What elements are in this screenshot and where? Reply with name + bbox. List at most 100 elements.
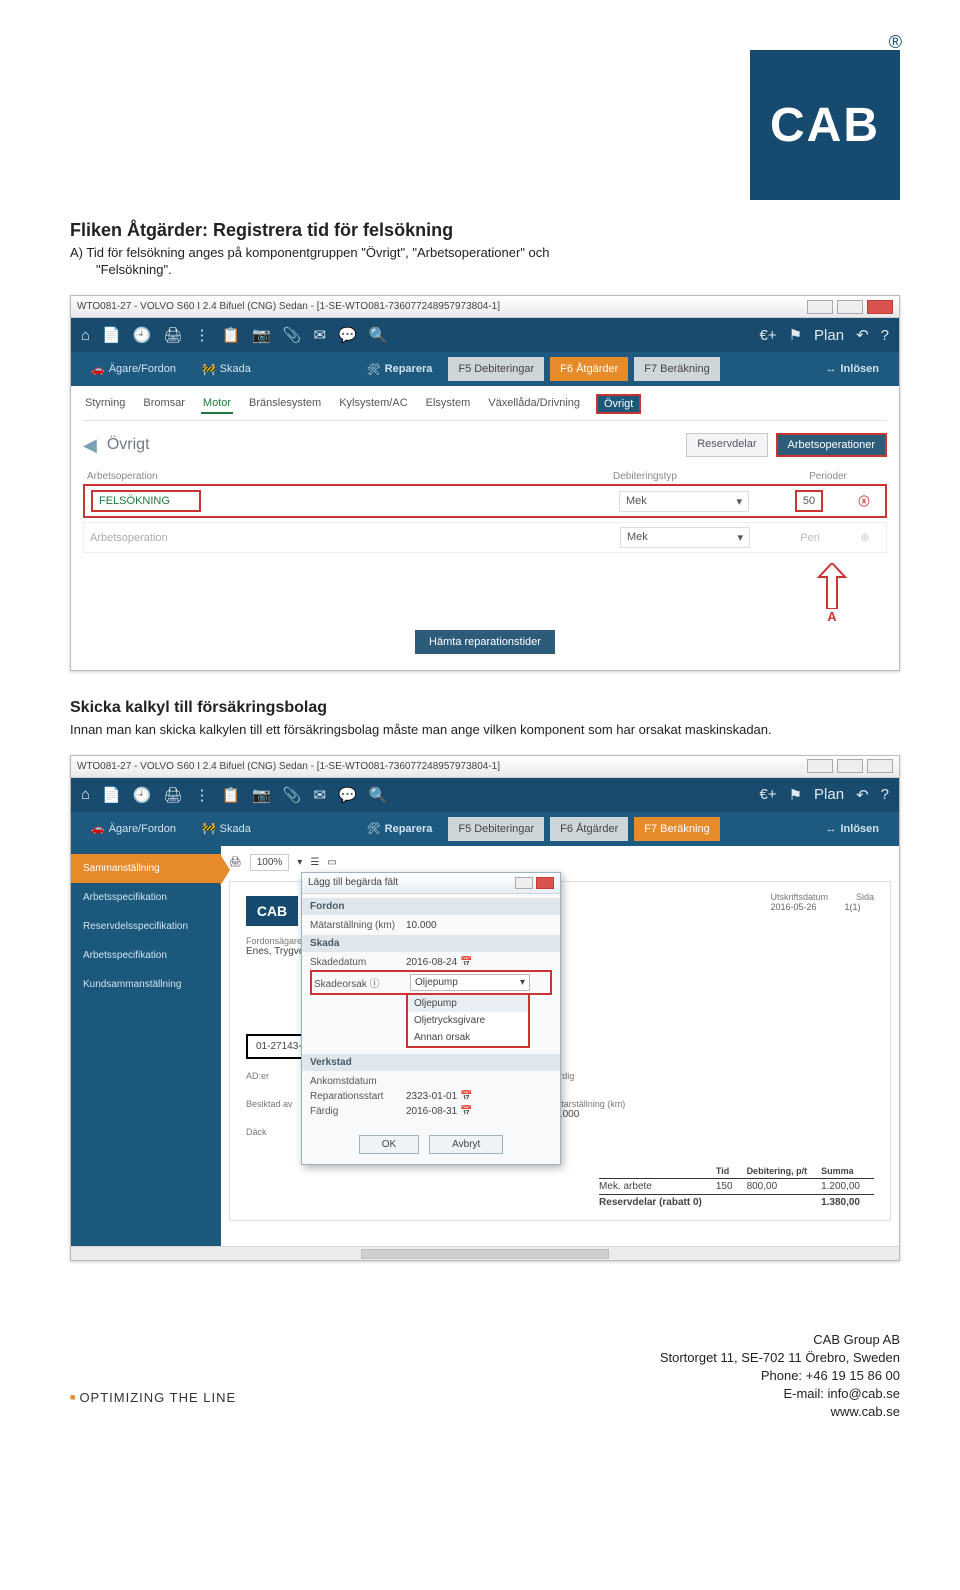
home-icon[interactable]: ⌂ <box>81 786 90 803</box>
print-icon[interactable]: 🖨 <box>163 326 182 344</box>
calendar-icon[interactable]: 📅 <box>460 957 472 968</box>
camera-icon[interactable]: 📷 <box>252 786 271 804</box>
zoom-dropdown-icon[interactable]: ▾ <box>297 857 302 868</box>
tab-owner[interactable]: 🚗 Ägare/Fordon <box>81 816 186 841</box>
note-icon[interactable]: 📋 <box>221 786 240 804</box>
maximize-button[interactable] <box>837 759 863 773</box>
tab-inlosen[interactable]: ↔ Inlösen <box>816 817 890 841</box>
chip-arbetsoperationer[interactable]: Arbetsoperationer <box>776 433 887 457</box>
summary-table: TidDebitering, p/tSumma Mek. arbete15080… <box>599 1164 874 1210</box>
tab-inlosen[interactable]: ↔ Inlösen <box>816 357 890 381</box>
row-felsokning[interactable]: FELSÖKNING Mek▾ 50 ⓧ <box>83 484 887 518</box>
mail-icon[interactable]: ✉ <box>314 786 327 804</box>
close-button[interactable] <box>867 300 893 314</box>
opt-oljetryck[interactable]: Oljetrycksgivare <box>408 1012 528 1029</box>
add-row-icon[interactable]: ⊕ <box>850 531 880 544</box>
info-icon[interactable]: ⓘ <box>370 979 380 990</box>
matar-input[interactable]: 10.000 <box>406 920 552 931</box>
print-icon[interactable]: 🖨 <box>229 857 242 868</box>
sidebar-item-summary[interactable]: Sammanställning <box>71 854 221 883</box>
mail-icon[interactable]: ✉ <box>314 326 327 344</box>
dialog-close-icon[interactable] <box>536 877 554 889</box>
back-icon[interactable]: ◀ <box>83 435 97 456</box>
print-icon[interactable]: 🖨 <box>163 786 182 804</box>
opt-annan[interactable]: Annan orsak <box>408 1029 528 1046</box>
calendar-icon[interactable]: 📅 <box>460 1106 472 1117</box>
window-controls-2[interactable] <box>807 759 893 773</box>
deb-select-2[interactable]: Mek▾ <box>620 527 750 548</box>
cancel-button[interactable]: Avbryt <box>429 1135 503 1154</box>
tab-damage[interactable]: 🚧 Skada <box>192 816 261 841</box>
euro-icon[interactable]: €+ <box>759 327 776 344</box>
attach-icon[interactable]: 📎 <box>283 326 302 344</box>
plan-icon[interactable]: Plan <box>814 786 844 803</box>
chip-reservdelar[interactable]: Reservdelar <box>686 433 767 457</box>
row-blank[interactable]: Arbetsoperation Mek▾ Peri ⊕ <box>83 522 887 553</box>
fardig-input[interactable]: 2016-08-31 <box>406 1106 457 1117</box>
subtab-ovrigt[interactable]: Övrigt <box>596 394 641 414</box>
tab-f7[interactable]: F7 Beräkning <box>634 357 719 381</box>
camera-icon[interactable]: 📷 <box>252 326 271 344</box>
chat-icon[interactable]: 💬 <box>338 326 357 344</box>
clock-icon[interactable]: 🕘 <box>133 786 152 804</box>
subtab-el[interactable]: Elsystem <box>424 394 473 414</box>
ok-button[interactable]: OK <box>359 1135 419 1154</box>
fit-icon[interactable]: ☰ <box>310 857 319 868</box>
minimize-button[interactable] <box>807 300 833 314</box>
search-icon[interactable]: 🔍 <box>369 786 388 804</box>
tab-repair[interactable]: 🛠 Reparera <box>357 357 443 382</box>
calendar-icon[interactable]: 📅 <box>460 1091 472 1102</box>
subtab-kyl[interactable]: Kylsystem/AC <box>337 394 409 414</box>
undo-icon[interactable]: ↶ <box>856 786 869 804</box>
flag-icon[interactable]: ⚑ <box>789 326 802 344</box>
chat-icon[interactable]: 💬 <box>338 786 357 804</box>
period-input[interactable]: 50 <box>795 490 823 512</box>
flag-icon[interactable]: ⚑ <box>789 786 802 804</box>
sidebar-item-resspec[interactable]: Reservdelsspecifikation <box>71 912 221 941</box>
subtab-motor[interactable]: Motor <box>201 394 233 414</box>
tab-f5[interactable]: F5 Debiteringar <box>448 817 544 841</box>
subtab-bromsar[interactable]: Bromsar <box>141 394 187 414</box>
tab-f7[interactable]: F7 Beräkning <box>634 817 719 841</box>
plan-icon[interactable]: Plan <box>814 327 844 344</box>
dialog-min-icon[interactable] <box>515 877 533 889</box>
sidebar-item-arbspec2[interactable]: Arbetsspecifikation <box>71 941 221 970</box>
tab-damage[interactable]: 🚧 Skada <box>192 357 261 382</box>
subtab-bransle[interactable]: Bränslesystem <box>247 394 323 414</box>
clock-icon[interactable]: 🕘 <box>133 326 152 344</box>
euro-icon[interactable]: €+ <box>759 786 776 803</box>
sidebar-item-kund[interactable]: Kundsammanställning <box>71 970 221 999</box>
note-icon[interactable]: 📋 <box>221 326 240 344</box>
zoom-level[interactable]: 100% <box>250 854 290 871</box>
tab-owner[interactable]: 🚗 Ägare/Fordon <box>81 357 186 382</box>
window-controls[interactable] <box>807 300 893 314</box>
minimize-button[interactable] <box>807 759 833 773</box>
help-icon[interactable]: ? <box>881 327 889 344</box>
skadedatum-input[interactable]: 2016-08-24 <box>406 957 457 968</box>
tab-f6[interactable]: F6 Åtgärder <box>550 357 628 381</box>
page-icon[interactable]: ▭ <box>327 857 336 868</box>
subtab-styrning[interactable]: Styrning <box>83 394 127 414</box>
delete-row-icon[interactable]: ⓧ <box>849 493 879 509</box>
fetch-times-button[interactable]: Hämta reparationstider <box>415 630 555 654</box>
skadeorsak-select[interactable]: Oljepump▾ <box>410 974 530 991</box>
op-name-input[interactable]: FELSÖKNING <box>91 490 201 512</box>
tab-f6[interactable]: F6 Åtgärder <box>550 817 628 841</box>
help-icon[interactable]: ? <box>881 786 889 803</box>
undo-icon[interactable]: ↶ <box>856 326 869 344</box>
file-icon[interactable]: 📄 <box>102 786 121 804</box>
close-button[interactable] <box>867 759 893 773</box>
repstart-input[interactable]: 2323-01-01 <box>406 1091 457 1102</box>
search-icon[interactable]: 🔍 <box>369 326 388 344</box>
tab-repair[interactable]: 🛠 Reparera <box>357 816 443 841</box>
file-icon[interactable]: 📄 <box>102 326 121 344</box>
maximize-button[interactable] <box>837 300 863 314</box>
tab-f5[interactable]: F5 Debiteringar <box>448 357 544 381</box>
sidebar-item-arbspec[interactable]: Arbetsspecifikation <box>71 883 221 912</box>
opt-oljepump[interactable]: Oljepump <box>408 995 528 1012</box>
attach-icon[interactable]: 📎 <box>283 786 302 804</box>
home-icon[interactable]: ⌂ <box>81 327 90 344</box>
deb-select[interactable]: Mek▾ <box>619 491 749 512</box>
subtab-vaxel[interactable]: Växellåda/Drivning <box>486 394 582 414</box>
horizontal-scrollbar[interactable] <box>71 1246 899 1260</box>
